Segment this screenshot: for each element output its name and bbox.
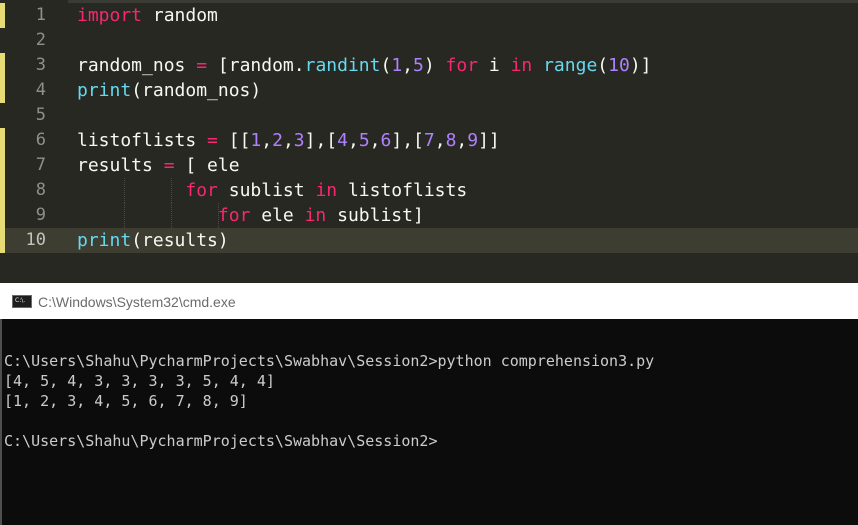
code-token: 1 [250,130,262,151]
line-number: 7 [35,155,46,175]
code-token: (random_nos) [131,80,262,101]
code-token: in [315,180,338,201]
cmd-left-border [0,319,2,525]
code-line[interactable]: 10 print(results) [0,228,858,253]
line-number: 10 [25,230,46,250]
code-token: 5 [358,130,370,151]
code-token: 2 [272,130,283,151]
code-line[interactable]: 7 results = [ ele [0,153,858,178]
code-token: , [434,130,446,151]
line-number: 8 [35,180,46,200]
code-text: random_nos = [random.randint(1,5) for i … [77,53,652,78]
line-number: 4 [35,80,46,100]
cmd-window-title: C:\Windows\System32\cmd.exe [38,294,236,310]
code-token: ],[ [391,130,424,151]
code-token: , [282,130,294,151]
console-line: C:\Users\Shahu\PycharmProjects\Swabhav\S… [4,352,655,370]
code-token: 1 [391,55,403,76]
console-line: [1, 2, 3, 4, 5, 6, 7, 8, 9] [4,392,248,410]
code-token: i [478,55,511,76]
console-line: [4, 5, 4, 3, 3, 3, 3, 5, 4, 4] [4,372,275,390]
code-token: 5 [413,55,424,76]
code-line[interactable]: 9 for ele in sublist] [0,203,858,228]
code-token: 7 [423,130,435,151]
code-token: print [77,230,132,251]
cmd-icon: C:\. [12,295,32,308]
line-number: 3 [35,55,46,75]
code-token: 8 [445,130,457,151]
line-number: 9 [35,205,46,225]
line-number: 2 [35,30,46,50]
code-token: random [142,5,218,26]
code-token: ) [423,55,446,76]
console-line: C:\Users\Shahu\PycharmProjects\Swabhav\S… [4,432,438,450]
code-line[interactable]: 8 for sublist in listoflists [0,178,858,203]
code-token: 10 [608,55,630,76]
code-token: ( [380,55,392,76]
code-token: for [445,55,479,76]
code-line[interactable]: 2 [0,28,858,53]
code-token: [ ele [174,155,240,176]
line-number: 5 [35,105,46,125]
code-token: listoflists [337,180,468,201]
code-token: = [207,130,218,151]
code-token: listoflists [77,130,208,151]
code-token: print [77,80,132,101]
cmd-icon-label: C:\. [15,297,26,304]
code-editor[interactable]: 1 import random 2 3 random_nos = [random.ran… [0,0,858,283]
code-token: 4 [337,130,348,151]
code-token: 3 [293,130,305,151]
code-token: , [369,130,381,151]
code-token: 9 [467,130,479,151]
code-token: randint [304,55,381,76]
code-token: in [510,55,533,76]
code-text: for sublist in listoflists [77,178,467,203]
code-token: ]] [478,130,500,151]
code-token: random_nos [77,55,197,76]
code-token: , [347,130,359,151]
code-line[interactable]: 5 [0,103,858,128]
code-line[interactable]: 4 print(random_nos) [0,78,858,103]
code-token: = [196,55,208,76]
code-token: ( [597,55,609,76]
code-token: import [77,5,143,26]
code-token: [random. [207,55,305,76]
line-number: 6 [35,130,46,150]
code-token: for [185,180,218,201]
code-token: [[ [217,130,251,151]
code-token: , [402,55,413,76]
code-text: print(results) [77,228,229,253]
code-text: listoflists = [[1,2,3],[4,5,6],[7,8,9]] [77,128,500,153]
code-token: range [543,55,598,76]
code-line[interactable]: 3 random_nos = [random.randint(1,5) for i… [0,53,858,78]
code-token: , [261,130,273,151]
code-token: )] [629,55,652,76]
code-token: , [456,130,468,151]
cmd-console[interactable]: C:\Users\Shahu\PycharmProjects\Swabhav\S… [0,319,858,525]
code-text: print(random_nos) [77,78,261,103]
code-text: for ele in sublist] [77,203,424,228]
code-token: in [304,205,327,226]
code-token: sublist [217,180,316,201]
code-text: results = [ ele [77,153,240,178]
line-number: 1 [35,5,46,25]
code-token: for [217,205,251,226]
code-text: import random [77,3,218,28]
code-token: sublist] [326,205,424,226]
code-token: (results) [131,230,229,251]
code-token: = [163,155,175,176]
code-token: 6 [380,130,392,151]
code-line[interactable]: 1 import random [0,3,858,28]
code-token: results [77,155,164,176]
code-token: ele [250,205,305,226]
code-line[interactable]: 6 listoflists = [[1,2,3],[4,5,6],[7,8,9]] [0,128,858,153]
code-token: ],[ [304,130,338,151]
